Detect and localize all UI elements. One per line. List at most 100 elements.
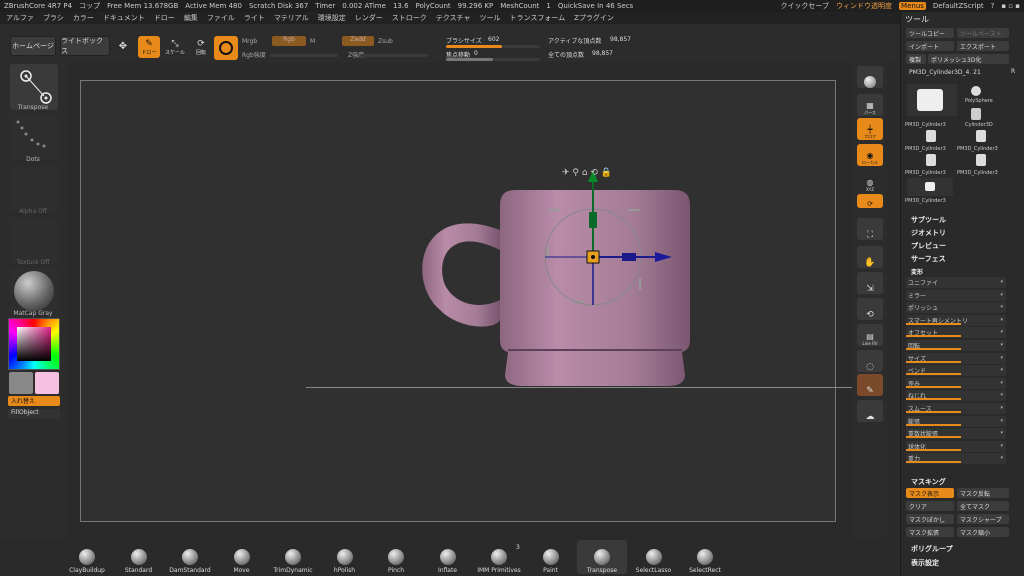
color-picker[interactable] — [8, 318, 60, 370]
axis-toggle-icon[interactable]: ▾ — [1000, 304, 1003, 310]
brush-damstandard[interactable]: DamStandard — [165, 540, 215, 574]
rgb-toggle[interactable]: Rgb — [272, 36, 306, 46]
deformation-slider[interactable]: スムース ▾ — [906, 403, 1006, 414]
bpr-button[interactable] — [857, 66, 883, 88]
axis-toggle-icon[interactable]: ▾ — [1000, 279, 1003, 285]
menu-material[interactable]: マテリアル — [274, 13, 309, 23]
menu-edit[interactable]: 編集 — [184, 13, 198, 23]
deformation-slider[interactable]: 重数状膨張 ▾ — [906, 428, 1006, 440]
polysphere-icon[interactable] — [971, 86, 981, 96]
axis-toggle-icon[interactable]: ▾ — [1000, 342, 1003, 348]
menu-alpha[interactable]: アルファ — [6, 13, 34, 23]
tool-thumb-active[interactable] — [907, 84, 957, 116]
deformation-slider[interactable]: 球体化 ▾ — [906, 440, 1006, 452]
menus-toggle[interactable]: Menus — [899, 2, 926, 10]
brush-trimdynamic[interactable]: TrimDynamic — [268, 540, 318, 574]
menu-preferences[interactable]: 環境設定 — [318, 13, 346, 23]
axis-toggle-icon[interactable]: ▾ — [1000, 405, 1003, 411]
home-page-button[interactable]: ホームページ — [10, 36, 56, 56]
menu-transform[interactable]: トランスフォーム — [509, 13, 565, 23]
axis-toggle-icon[interactable]: ▾ — [1000, 443, 1003, 449]
brush-move[interactable]: Move — [217, 540, 267, 574]
thumb-cyl-2-icon[interactable] — [926, 130, 936, 142]
brush-hpolish[interactable]: hPolish — [320, 540, 370, 574]
brush-size-slider[interactable] — [446, 45, 540, 48]
menu-document[interactable]: ドキュメント — [103, 13, 145, 23]
menu-stroke[interactable]: ストローク — [392, 13, 427, 23]
display-properties-section[interactable]: 表示設定 — [911, 558, 939, 568]
menu-draw[interactable]: ドロー — [154, 13, 175, 23]
draw-tool-button[interactable]: ✎ ドロー — [138, 36, 160, 58]
axis-toggle-icon[interactable]: ▾ — [1000, 418, 1003, 424]
paste-tool-button[interactable]: ツールペースト — [957, 28, 1009, 38]
cylinder-icon[interactable] — [971, 108, 981, 120]
swap-colors-button[interactable]: 入れ替え — [8, 396, 60, 406]
clear-mask-button[interactable]: クリア — [906, 501, 954, 511]
deformation-slider[interactable]: サイズ ▾ — [906, 352, 1006, 364]
rotate-view-button[interactable]: ⟲ — [857, 298, 883, 320]
move-icon[interactable]: ✥ — [114, 36, 132, 56]
line-fill-button[interactable]: ▤ Line Fill — [857, 324, 883, 346]
window-controls[interactable]: ▪ ▫ ▪ — [1001, 2, 1024, 10]
material-button[interactable] — [10, 268, 58, 314]
thumb-cyl-5-icon[interactable] — [976, 154, 986, 166]
persp-button[interactable]: ▦ パース — [857, 94, 883, 116]
axis-toggle-icon[interactable]: ▾ — [1000, 329, 1003, 335]
focal-shift-slider[interactable] — [446, 58, 540, 61]
export-button[interactable]: エクスポート — [957, 41, 1009, 51]
deformation-slider[interactable]: 膨張 ▾ — [906, 415, 1006, 427]
inverse-mask-button[interactable]: マスク反転 — [957, 488, 1009, 498]
axis-toggle-icon[interactable]: ▾ — [1000, 380, 1003, 386]
menu-color[interactable]: カラー — [73, 13, 94, 23]
deformation-slider[interactable]: ユニファイ ▾ — [906, 277, 1006, 288]
window-transparency-button[interactable]: ウィンドウ透明度 — [836, 1, 892, 11]
stroke-dots-button[interactable] — [10, 114, 58, 160]
deformation-slider[interactable]: ポリッシュ ▾ — [906, 302, 1006, 314]
import-button[interactable]: インポート — [906, 41, 954, 51]
blur-mask-button[interactable]: マスクぼかし — [906, 514, 954, 524]
deformation-slider[interactable]: スマート再シメントリ ▾ — [906, 314, 1006, 326]
subtool-section[interactable]: サブツール — [911, 215, 946, 225]
mrgb-label[interactable]: Mrgb — [242, 38, 257, 45]
deformation-slider[interactable]: オフセット ▾ — [906, 327, 1006, 339]
axis-toggle-icon[interactable]: ▾ — [1000, 430, 1003, 436]
brush-paint[interactable]: Paint — [526, 540, 576, 574]
geometry-section[interactable]: ジオメトリ — [911, 228, 946, 238]
floor-button[interactable]: ┿ フロア — [857, 118, 883, 140]
deformation-slider[interactable]: ベンド ▾ — [906, 365, 1006, 377]
r-button[interactable]: R — [1011, 68, 1015, 75]
zoom-view-button[interactable]: ⇲ — [857, 272, 883, 294]
brush-standard[interactable]: Standard — [114, 540, 164, 574]
color-square[interactable] — [17, 327, 51, 361]
mask-all-button[interactable]: 全てマスク — [957, 501, 1009, 511]
zsub-label[interactable]: Zsub — [378, 38, 393, 45]
thumb-cyl-4-icon[interactable] — [926, 154, 936, 166]
axis-toggle-icon[interactable]: ▾ — [1000, 455, 1003, 461]
scale-tool-button[interactable]: ⤡ スケール — [164, 36, 186, 58]
menu-texture[interactable]: テクスチャ — [436, 13, 471, 23]
sphere-brush-icon[interactable] — [214, 36, 238, 60]
help-icon[interactable]: ? — [991, 2, 995, 10]
brush-claybuildup[interactable]: ClayBuildup — [62, 540, 112, 574]
make-polymesh-button[interactable]: ポリメッシュ3D化 — [928, 54, 1009, 64]
polygroups-section[interactable]: ポリグループ — [911, 544, 953, 554]
menu-light[interactable]: ライト — [244, 13, 265, 23]
xyz-button[interactable]: ◍ XYZ — [857, 170, 883, 192]
view-mask-button[interactable]: マスク表示 — [906, 488, 954, 498]
axis-toggle-icon[interactable]: ▾ — [1000, 317, 1003, 323]
deformation-slider[interactable]: 歪み ▾ — [906, 377, 1006, 389]
brush-selectrect[interactable]: SelectRect — [680, 540, 730, 574]
shrink-mask-button[interactable]: マスク縮小 — [957, 527, 1009, 537]
alpha-button[interactable] — [10, 166, 58, 212]
menu-file[interactable]: ファイル — [207, 13, 235, 23]
axis-toggle-icon[interactable]: ▾ — [1000, 292, 1003, 298]
ghost-button[interactable]: ✎ — [857, 374, 883, 396]
thumb-cyl-3-icon[interactable] — [976, 130, 986, 142]
axis-toggle-icon[interactable]: ▾ — [1000, 355, 1003, 361]
brush-selectlasso[interactable]: SelectLasso — [629, 540, 679, 574]
texture-button[interactable] — [10, 218, 58, 264]
axis-toggle-icon[interactable]: ▾ — [1000, 392, 1003, 398]
primary-color-swatch[interactable] — [9, 372, 33, 394]
brush-pinch[interactable]: Pinch — [371, 540, 421, 574]
clone-button[interactable]: 複製 — [906, 54, 926, 64]
